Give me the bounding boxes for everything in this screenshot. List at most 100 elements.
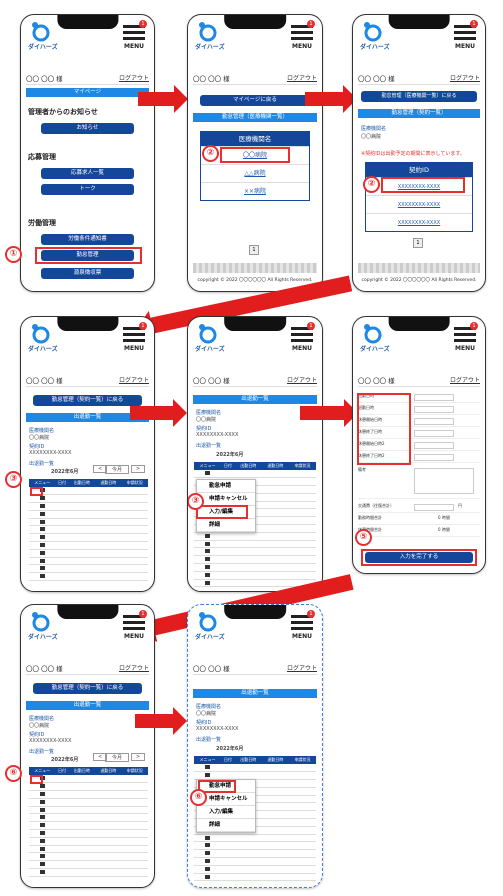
withholding-button[interactable]: 源泉徴収票	[41, 268, 134, 279]
month-label: 2022年6月	[216, 452, 244, 458]
menu-button[interactable]: MENU 1	[123, 610, 147, 640]
apply-list-button[interactable]: 応募求人一覧	[41, 168, 134, 179]
logout-link[interactable]: ログアウト	[450, 73, 480, 82]
back-button[interactable]: マイページに戻る	[200, 95, 310, 106]
menu-item-edit[interactable]: 入力/編集	[197, 806, 255, 819]
table-row[interactable]	[194, 547, 316, 557]
table-row[interactable]	[194, 540, 316, 549]
note-textarea[interactable]	[414, 468, 474, 494]
table-row[interactable]	[29, 845, 148, 854]
table-row[interactable]	[194, 571, 316, 580]
table-row[interactable]	[194, 841, 316, 851]
header: ダイハーズ MENU 1	[188, 317, 322, 371]
next-month-button[interactable]: >	[131, 753, 146, 761]
table-row[interactable]	[29, 821, 148, 831]
table-row[interactable]	[194, 470, 316, 479]
table-row[interactable]	[29, 557, 148, 566]
notice-button[interactable]: お知らせ	[41, 123, 134, 134]
table-row[interactable]	[29, 533, 148, 543]
table-row[interactable]	[29, 798, 148, 807]
time-input[interactable]	[414, 418, 454, 425]
step-marker: ③	[188, 493, 204, 510]
fare-input[interactable]	[414, 504, 454, 511]
table-row[interactable]	[29, 502, 148, 511]
badge: 1	[139, 20, 147, 28]
table-row[interactable]	[194, 532, 316, 541]
facility-table: 医療機関名 〇〇病院 △△病院 ××病院	[200, 131, 310, 201]
time-input[interactable]	[414, 454, 454, 461]
menu-button[interactable]: MENU 1	[291, 610, 315, 640]
table-row[interactable]	[29, 775, 148, 784]
page-number[interactable]: 1	[249, 245, 259, 255]
time-input[interactable]	[414, 442, 454, 449]
table-row[interactable]	[29, 510, 148, 519]
time-input[interactable]	[414, 430, 454, 437]
talk-button[interactable]: トーク	[41, 184, 134, 195]
table-row[interactable]	[29, 494, 148, 504]
table-row[interactable]	[29, 860, 148, 870]
page-number[interactable]: 1	[413, 238, 423, 248]
table-row[interactable]	[29, 829, 148, 838]
menu-item-detail[interactable]: 詳細	[197, 819, 255, 832]
table-row[interactable]	[29, 487, 148, 496]
table-row[interactable]	[194, 849, 316, 859]
logout-link[interactable]: ログアウト	[119, 375, 149, 384]
highlight	[220, 147, 290, 163]
menu-button[interactable]: MENU 1	[123, 20, 147, 50]
time-input[interactable]	[414, 406, 454, 413]
table-row[interactable]	[29, 806, 148, 815]
contract-row[interactable]: XXXXXXXX-XXXX	[366, 213, 472, 231]
user-name: 〇〇 〇〇 様	[26, 377, 63, 385]
back-button[interactable]: 勤怠管理（契約一覧）に戻る	[33, 395, 142, 406]
table-row[interactable]	[29, 525, 148, 535]
logout-link[interactable]: ログアウト	[450, 375, 480, 384]
menu-button[interactable]: MENU 1	[291, 322, 315, 352]
this-month-button[interactable]: 今月	[105, 753, 130, 762]
menu-button[interactable]: MENU 1	[123, 322, 147, 352]
section-bar: 出退勤一覧	[193, 395, 317, 404]
table-row[interactable]	[29, 868, 148, 877]
logo-icon	[364, 22, 382, 42]
table-row[interactable]	[29, 790, 148, 799]
menu-button[interactable]: MENU 1	[454, 322, 478, 352]
table-row[interactable]	[194, 563, 316, 572]
notice-text: ※契約IDは出勤予定の期間に表示しています。	[361, 151, 465, 157]
table-row[interactable]	[29, 852, 148, 862]
time-input[interactable]	[414, 394, 454, 401]
logout-link[interactable]: ログアウト	[119, 73, 149, 82]
header: ダイハーズ MENU 1	[188, 15, 322, 69]
back-button[interactable]: 勤怠管理（医療機関一覧）に戻る	[361, 91, 477, 102]
next-month-button[interactable]: >	[131, 465, 146, 473]
table-row[interactable]	[29, 549, 148, 558]
menu-item-detail[interactable]: 詳細	[197, 519, 255, 532]
table-row[interactable]	[194, 873, 316, 882]
logout-link[interactable]: ログアウト	[287, 663, 317, 672]
table-row[interactable]	[194, 865, 316, 874]
phone-contract-list: ダイハーズ MENU 1 〇〇 〇〇 様 ログアウト 勤怠管理（医療機関一覧）に戻る…	[352, 14, 486, 292]
table-row[interactable]	[29, 782, 148, 792]
logout-link[interactable]: ログアウト	[119, 663, 149, 672]
user-name: 〇〇 〇〇 様	[26, 665, 63, 673]
contract-row[interactable]: XXXXXXXX-XXXX	[366, 195, 472, 213]
table-row[interactable]	[29, 518, 148, 527]
table-row[interactable]	[29, 541, 148, 550]
menu-item-apply[interactable]: 勤怠申請	[197, 480, 255, 493]
table-row[interactable]	[194, 555, 316, 565]
menu-button[interactable]: MENU 1	[291, 20, 315, 50]
facility-row[interactable]: ××病院	[201, 182, 309, 200]
labor-notice-button[interactable]: 労働条件通知書	[41, 234, 134, 245]
table-row[interactable]	[29, 837, 148, 846]
this-month-button[interactable]: 今月	[105, 465, 130, 474]
logout-link[interactable]: ログアウト	[287, 73, 317, 82]
table-row[interactable]	[29, 813, 148, 823]
table-row[interactable]	[194, 857, 316, 866]
menu-button[interactable]: MENU 1	[454, 20, 478, 50]
logout-link[interactable]: ログアウト	[287, 375, 317, 384]
table-row[interactable]	[194, 764, 316, 773]
back-button[interactable]: 勤怠管理（契約一覧）に戻る	[33, 683, 142, 694]
facility-row[interactable]: △△病院	[201, 164, 309, 182]
table-row[interactable]	[29, 572, 148, 582]
table-row[interactable]	[194, 834, 316, 843]
contract-label: 契約ID	[29, 444, 45, 450]
table-row[interactable]	[29, 564, 148, 574]
